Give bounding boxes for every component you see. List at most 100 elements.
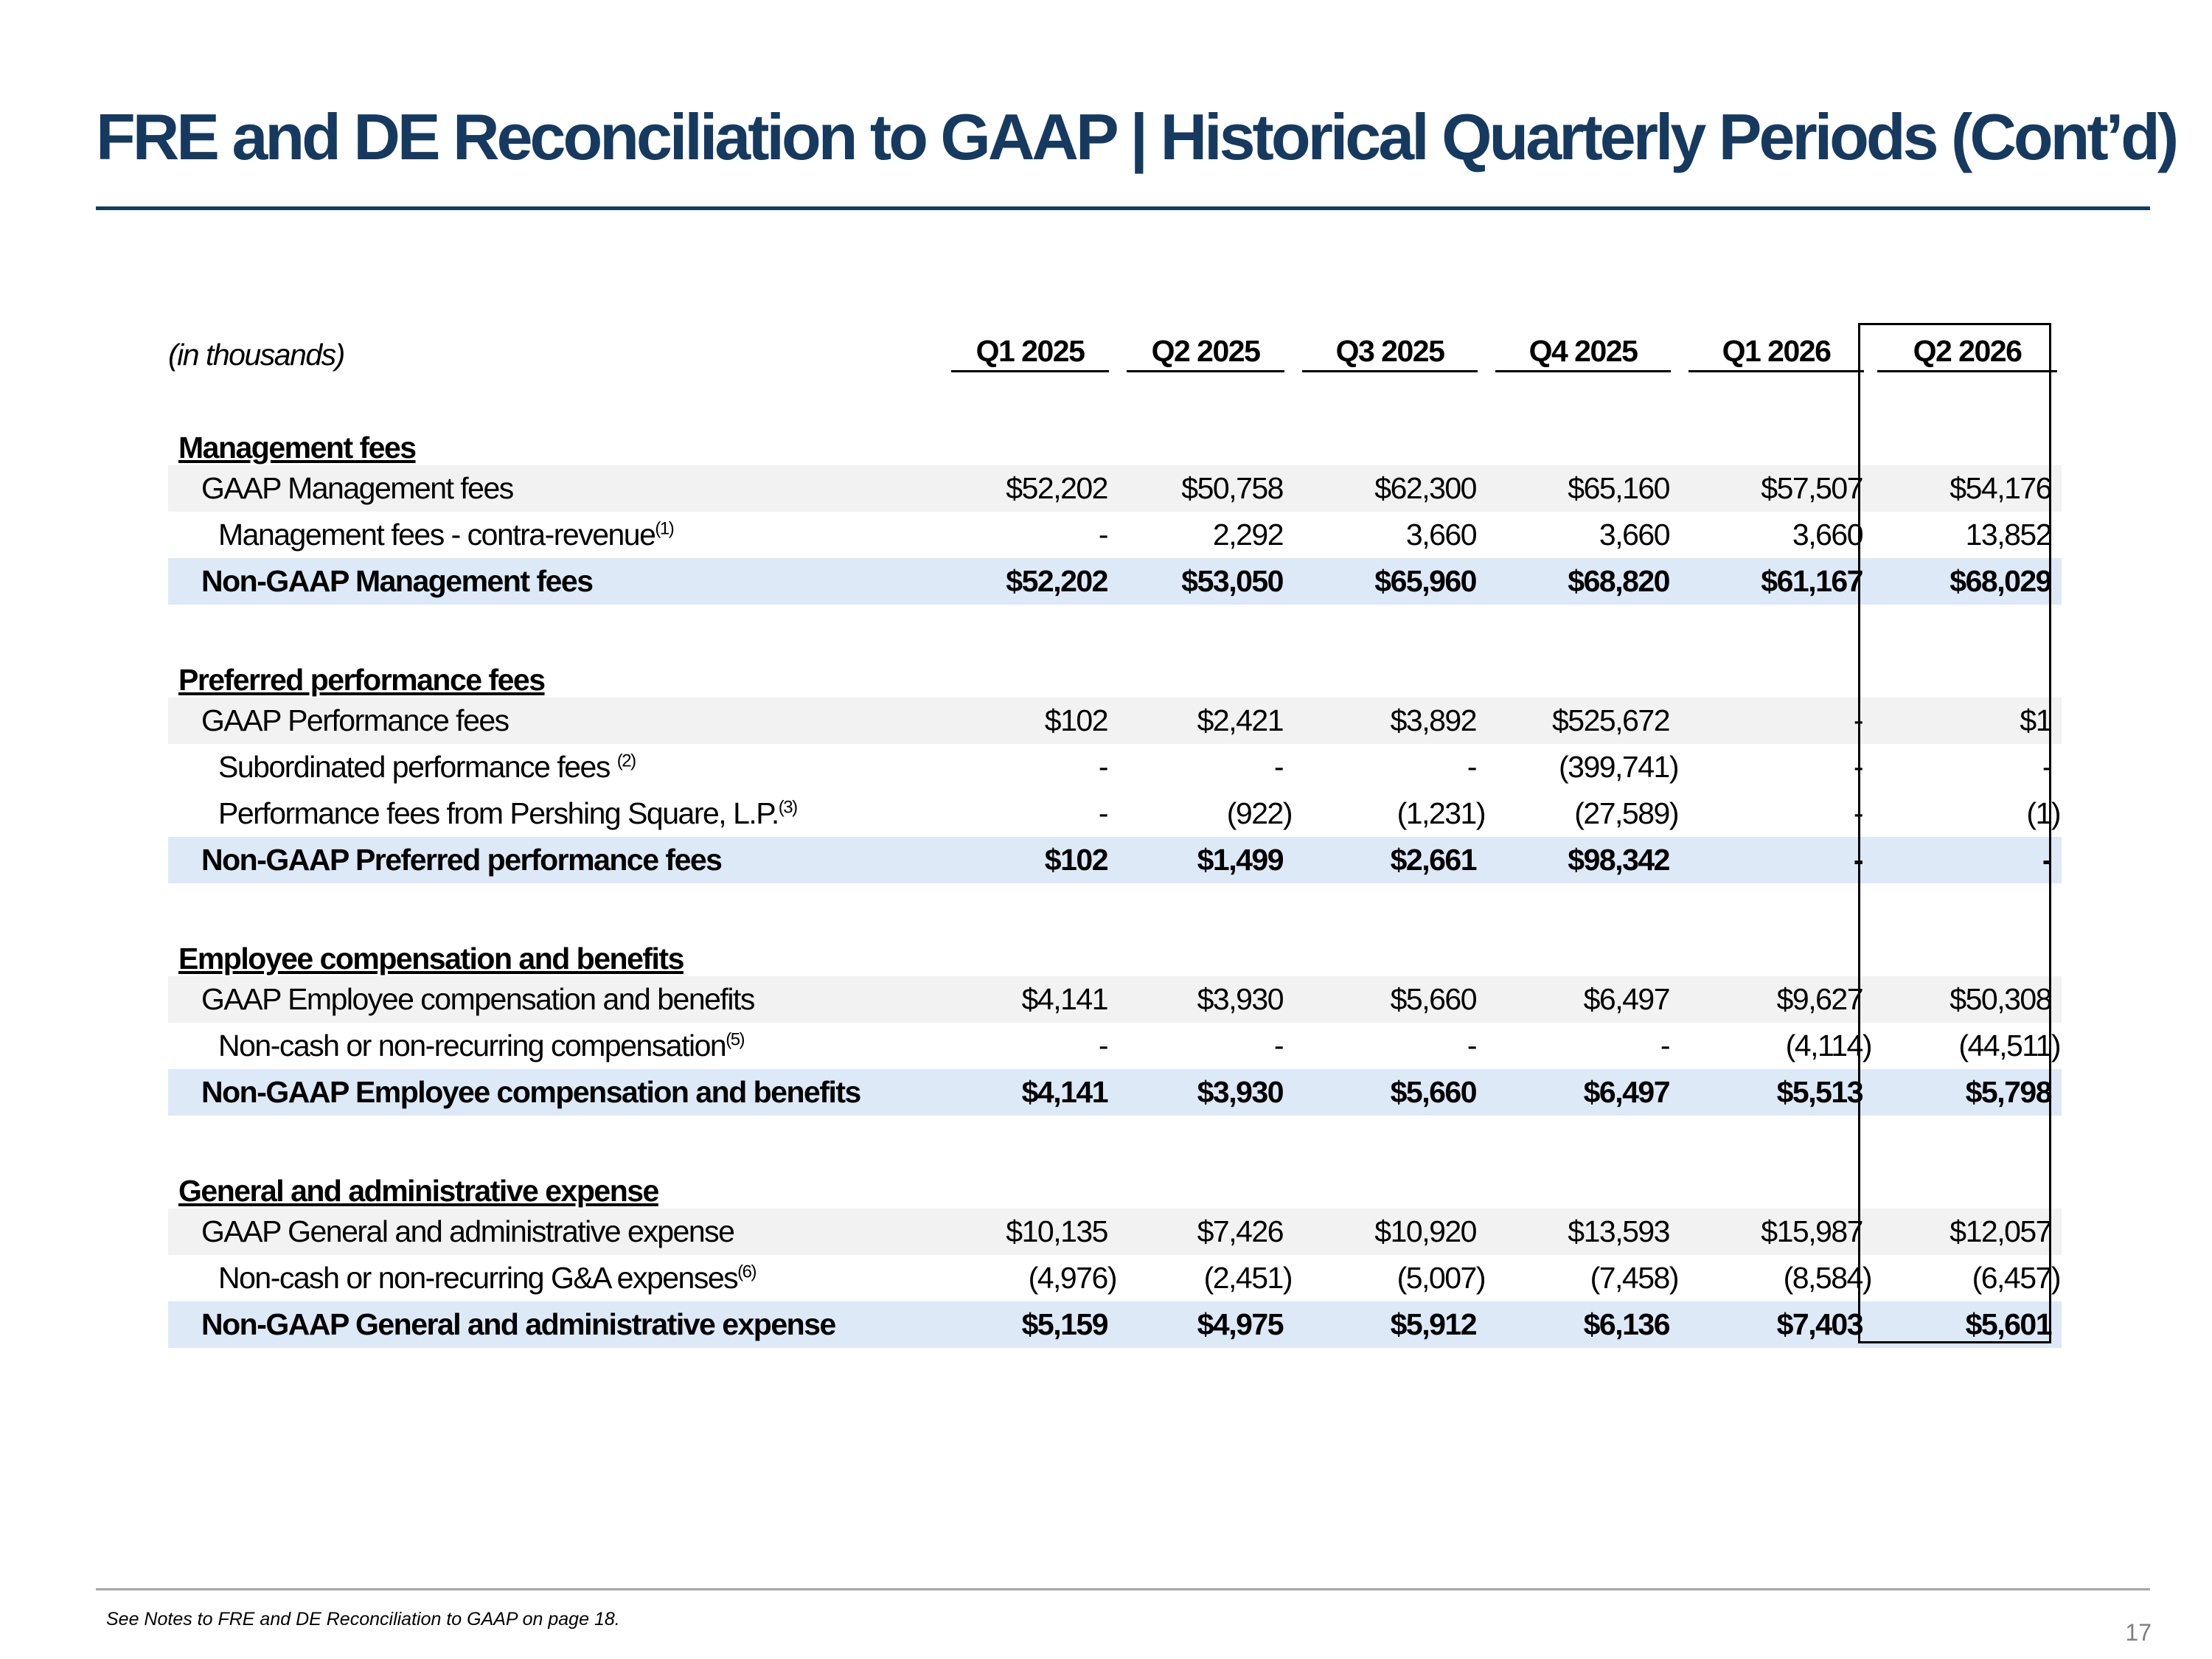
- value-cell: $102: [942, 837, 1118, 883]
- gaap-row: GAAP Performance fees $102 $2,421 $3,892 $52…: [168, 698, 2062, 744]
- row-label: Non-cash or non-recurring G&A expenses: [218, 1261, 739, 1295]
- value-cell: $102: [942, 698, 1118, 744]
- value-cell: (4,114): [1785, 1029, 1873, 1062]
- value-cell: -: [1098, 518, 1109, 552]
- row-label: Non-GAAP General and administrative expe…: [168, 1301, 942, 1348]
- value-cell: -: [2042, 750, 2053, 784]
- value-cell: $6,136: [1486, 1301, 1680, 1348]
- value-cell: $10,920: [1293, 1208, 1486, 1255]
- non-gaap-total-row: Non-GAAP Management fees $52,202 $53,050 $6…: [168, 558, 2062, 605]
- row-label-cell: Performance fees from Pershing Square, L…: [168, 790, 942, 837]
- value-cell: -: [1273, 750, 1284, 784]
- adjustment-row: Subordinated performance fees (2) - - - (399…: [168, 744, 2062, 790]
- footnote-marker: (5): [726, 1029, 745, 1050]
- value-cell: 3,660: [1405, 518, 1478, 552]
- value-cell: $5,513: [1680, 1069, 1873, 1116]
- value-cell: (8,584): [1783, 1261, 1873, 1295]
- value-cell: -: [1467, 1029, 1478, 1062]
- footnote: See Notes to FRE and DE Reconciliation t…: [106, 1609, 620, 1630]
- value-cell: $3,930: [1118, 976, 1293, 1023]
- row-label: Performance fees from Pershing Square, L…: [218, 796, 779, 830]
- value-cell: $1: [1873, 698, 2062, 744]
- value-cell: $6,497: [1486, 1069, 1680, 1116]
- value-cell: $5,159: [942, 1301, 1118, 1348]
- value-cell: $68,029: [1873, 558, 2062, 605]
- gaap-row: GAAP Employee compensation and benefits $…: [168, 976, 2062, 1023]
- value-cell: $5,798: [1873, 1069, 2062, 1116]
- value-cell: $61,167: [1680, 558, 1873, 605]
- value-cell: -: [1680, 698, 1873, 744]
- header-row: (in thousands) Q1 2025 Q2 2025 Q3 2025 Q…: [168, 326, 2062, 372]
- value-cell: $5,601: [1873, 1301, 2062, 1348]
- row-label: Non-GAAP Employee compensation and benef…: [168, 1069, 942, 1116]
- adjustment-row: Non-cash or non-recurring compensation(5…: [168, 1023, 2062, 1069]
- row-label-cell: Non-cash or non-recurring G&A expenses(6…: [168, 1255, 942, 1301]
- row-label: GAAP Management fees: [168, 465, 942, 512]
- value-cell: -: [1660, 1029, 1671, 1062]
- section-heading: General and administrative expense: [178, 1174, 659, 1208]
- section-heading: Employee compensation and benefits: [178, 942, 684, 975]
- value-cell: (1): [2026, 796, 2061, 830]
- value-cell: $98,342: [1486, 837, 1680, 883]
- column-header: Q2 2025: [1118, 326, 1293, 372]
- value-cell: $5,660: [1293, 1069, 1486, 1116]
- value-cell: $13,593: [1486, 1208, 1680, 1255]
- value-cell: -: [1853, 796, 1864, 830]
- row-label: GAAP Employee compensation and benefits: [168, 976, 942, 1023]
- section-heading: Management fees: [178, 431, 417, 465]
- non-gaap-total-row: Non-GAAP Preferred performance fees $102 $…: [168, 837, 2062, 883]
- value-cell: $7,426: [1118, 1208, 1293, 1255]
- row-label: GAAP Performance fees: [168, 698, 942, 744]
- spacer-row: [168, 883, 2062, 930]
- section-heading-row: Employee compensation and benefits: [168, 930, 2062, 976]
- value-cell: (7,458): [1590, 1261, 1680, 1295]
- column-header: Q1 2025: [942, 326, 1118, 372]
- row-label-cell: Non-cash or non-recurring compensation(5…: [168, 1023, 942, 1069]
- value-cell: -: [1098, 1029, 1109, 1062]
- column-header: Q2 2026: [1873, 326, 2062, 372]
- value-cell: $52,202: [942, 465, 1118, 512]
- value-cell: 2,292: [1212, 518, 1284, 552]
- row-label: Management fees - contra-revenue: [218, 518, 656, 552]
- gaap-row: GAAP General and administrative expense $…: [168, 1208, 2062, 1255]
- spacer-row: [168, 605, 2062, 651]
- value-cell: -: [1467, 750, 1478, 784]
- page-title: FRE and DE Reconciliation to GAAP | Hist…: [96, 100, 2179, 173]
- value-cell: $4,975: [1118, 1301, 1293, 1348]
- value-cell: $50,308: [1873, 976, 2062, 1023]
- value-cell: $2,421: [1118, 698, 1293, 744]
- value-cell: $62,300: [1293, 465, 1486, 512]
- value-cell: $4,141: [942, 976, 1118, 1023]
- value-cell: $10,135: [942, 1208, 1118, 1255]
- value-cell: $68,820: [1486, 558, 1680, 605]
- footer-divider: [96, 1588, 2150, 1590]
- value-cell: $7,403: [1680, 1301, 1873, 1348]
- value-cell: (4,976): [1028, 1261, 1118, 1295]
- value-cell: -: [1098, 750, 1109, 784]
- value-cell: $53,050: [1118, 558, 1293, 605]
- value-cell: $2,661: [1293, 837, 1486, 883]
- column-header: Q4 2025: [1486, 326, 1680, 372]
- value-cell: (44,511): [1958, 1029, 2061, 1062]
- value-cell: (1,231): [1397, 796, 1486, 830]
- title-divider: [96, 206, 2150, 210]
- value-cell: -: [1853, 750, 1864, 784]
- value-cell: -: [1873, 837, 2062, 883]
- value-cell: $3,892: [1293, 698, 1486, 744]
- row-label: Non-GAAP Preferred performance fees: [168, 837, 942, 883]
- spacer-row: [168, 372, 2062, 419]
- value-cell: (5,007): [1397, 1261, 1486, 1295]
- unit-label: (in thousands): [168, 338, 345, 372]
- value-cell: (399,741): [1558, 750, 1680, 784]
- footnote-marker: (6): [737, 1262, 757, 1282]
- value-cell: $54,176: [1873, 465, 2062, 512]
- row-label: Non-GAAP Management fees: [168, 558, 942, 605]
- footnote-marker: (1): [655, 518, 674, 539]
- row-label-cell: Subordinated performance fees (2): [168, 744, 942, 790]
- value-cell: -: [1098, 796, 1109, 830]
- table-body: Management fees GAAP Management fees $52,2…: [168, 372, 2062, 1348]
- section-heading-row: Management fees: [168, 419, 2062, 465]
- value-cell: $52,202: [942, 558, 1118, 605]
- value-cell: $6,497: [1486, 976, 1680, 1023]
- value-cell: (6,457): [1972, 1261, 2062, 1295]
